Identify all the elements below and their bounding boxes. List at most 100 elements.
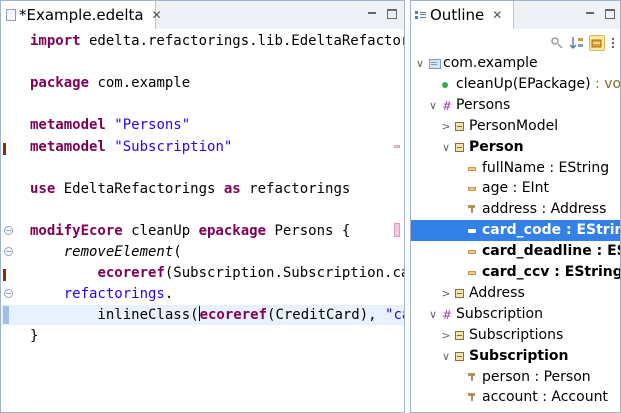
tree-node[interactable]: account : Account	[411, 387, 620, 408]
node-name: age	[482, 180, 509, 197]
fold-toggle-icon[interactable]	[4, 225, 13, 235]
code-line[interactable]: modifyEcore cleanUp epackage Persons {	[1, 221, 404, 241]
tree-node-label: age : EInt	[482, 178, 549, 199]
node-name: card_code	[482, 222, 562, 239]
change-marker	[3, 142, 6, 155]
tree-node[interactable]: card_deadline : EString	[411, 241, 620, 262]
outline-tab[interactable]: Outline ✕	[411, 1, 514, 29]
outline-tab-title: Outline	[430, 6, 485, 24]
code-token: as	[223, 180, 241, 197]
code-line[interactable]: inlineClass(ecoreref(CreditCard), "card_…	[1, 305, 404, 326]
tree-node[interactable]: ∨ com.example	[411, 53, 620, 74]
class-icon	[455, 288, 464, 298]
code-line[interactable]: use EdeltaRefactorings as refactorings	[1, 179, 404, 199]
code-line[interactable]	[1, 52, 404, 72]
tree-node[interactable]: cleanUp(EPackage) : void	[411, 74, 620, 95]
chevron-down-icon[interactable]: ∨	[428, 95, 438, 116]
chevron-right-icon[interactable]: >	[441, 283, 451, 304]
outline-tree[interactable]: ∨com.examplecleanUp(EPackage) : void ∨ # Pe…	[411, 53, 620, 412]
code-token: refactorings	[63, 286, 165, 303]
tree-node[interactable]: card_code : EString	[411, 220, 620, 242]
outline-tab-bar: Outline ✕	[411, 1, 620, 29]
maximize-icon[interactable]	[387, 9, 397, 19]
tree-node-label: cleanUp(EPackage) : void	[456, 74, 621, 95]
tree-node[interactable]: > Address	[411, 283, 620, 304]
fold-toggle-icon[interactable]	[4, 289, 13, 299]
code-token: "card_"	[385, 307, 404, 324]
node-name: person	[482, 368, 530, 385]
tree-node[interactable]: > PersonModel	[411, 116, 620, 137]
code-token: cleanUp	[122, 222, 199, 239]
code-token: (CreditCard),	[267, 307, 386, 324]
chevron-right-icon[interactable]: >	[441, 116, 451, 137]
node-type: : void	[595, 75, 621, 92]
filter-icon[interactable]	[549, 35, 565, 51]
code-line[interactable]: }	[1, 326, 404, 346]
editor-pane: *Example.edelta ✕ import edelta.refactor…	[0, 0, 405, 413]
tree-node[interactable]: ∨ Subscription	[411, 346, 620, 367]
tree-node[interactable]: person : Person	[411, 367, 620, 388]
chevron-down-icon[interactable]: ∨	[441, 137, 451, 158]
tree-node[interactable]: ∨ # Persons	[411, 95, 620, 116]
change-marker	[3, 269, 6, 282]
code-token: metamodel	[30, 117, 106, 134]
code-line[interactable]: metamodel "Persons"	[1, 115, 404, 135]
editor-tab[interactable]: *Example.edelta ✕	[1, 1, 162, 29]
attribute-icon	[468, 250, 476, 255]
minimize-icon[interactable]	[367, 9, 377, 19]
tree-node-label: fullName : EString	[482, 158, 609, 179]
chevron-right-icon[interactable]: >	[441, 325, 451, 346]
editor-tab-title: *Example.edelta	[19, 6, 144, 24]
node-name: Person	[469, 138, 524, 155]
close-icon[interactable]: ✕	[152, 8, 162, 22]
attribute-icon	[468, 229, 476, 234]
reference-icon	[468, 205, 477, 214]
tree-node-label: Person	[469, 137, 524, 158]
fold-toggle-icon[interactable]	[4, 247, 13, 256]
tree-node[interactable]: address : Address	[411, 199, 620, 220]
code-line[interactable]	[1, 200, 404, 220]
maximize-icon[interactable]	[605, 9, 615, 19]
chevron-down-icon[interactable]: ∨	[428, 304, 438, 325]
attribute-icon	[468, 187, 476, 192]
view-menu-icon[interactable]	[609, 35, 620, 51]
code-line[interactable]: ecoreref(Subscription.Subscription.card)…	[1, 263, 404, 283]
hide-fields-icon[interactable]	[589, 35, 605, 51]
tree-node[interactable]: ∨ # Subscription	[411, 304, 620, 325]
tree-node-label: PersonModel	[469, 116, 558, 137]
node-name: Address	[469, 284, 525, 301]
code-token: .	[164, 286, 174, 303]
tree-node-label: person : Person	[482, 367, 591, 388]
epackage-icon: #	[442, 98, 453, 113]
package-icon	[429, 58, 441, 69]
chevron-down-icon[interactable]: ∨	[441, 346, 451, 367]
code-line[interactable]: package com.example	[1, 73, 404, 93]
tree-node[interactable]: fullName : EString	[411, 158, 620, 179]
code-line[interactable]: removeElement(	[1, 242, 404, 262]
outline-pane: Outline ✕ ∨ com.example cleanUp(EPackage) …	[410, 0, 621, 413]
tree-node-label: Subscriptions	[469, 325, 563, 346]
close-icon[interactable]: ✕	[492, 8, 502, 22]
code-line[interactable]: metamodel "Subscription"	[1, 137, 404, 157]
code-token: "Subscription"	[114, 138, 233, 155]
code-area[interactable]: import edelta.refactorings.lib.EdeltaRef…	[1, 29, 404, 412]
code-token: ecoreref	[199, 307, 268, 324]
node-type: : Person	[530, 368, 591, 385]
tree-node[interactable]: ∨ Person	[411, 137, 620, 158]
code-line[interactable]: import edelta.refactorings.lib.EdeltaRef…	[1, 31, 404, 51]
tree-node-label: account : Account	[482, 387, 608, 408]
code-line[interactable]	[1, 158, 404, 178]
sort-icon[interactable]	[569, 35, 585, 51]
tree-node[interactable]: age : EInt	[411, 178, 620, 199]
code-line[interactable]	[1, 94, 404, 114]
tree-node[interactable]: > Subscriptions	[411, 325, 620, 346]
overview-ruler-mark[interactable]	[394, 144, 400, 148]
chevron-down-icon[interactable]: ∨	[415, 53, 425, 74]
code-line[interactable]: refactorings.	[1, 284, 404, 304]
minimize-icon[interactable]	[585, 9, 595, 19]
attribute-icon	[468, 271, 476, 275]
tree-node[interactable]: card_ccv : EString	[411, 262, 620, 283]
overview-ruler-mark[interactable]	[394, 222, 400, 237]
